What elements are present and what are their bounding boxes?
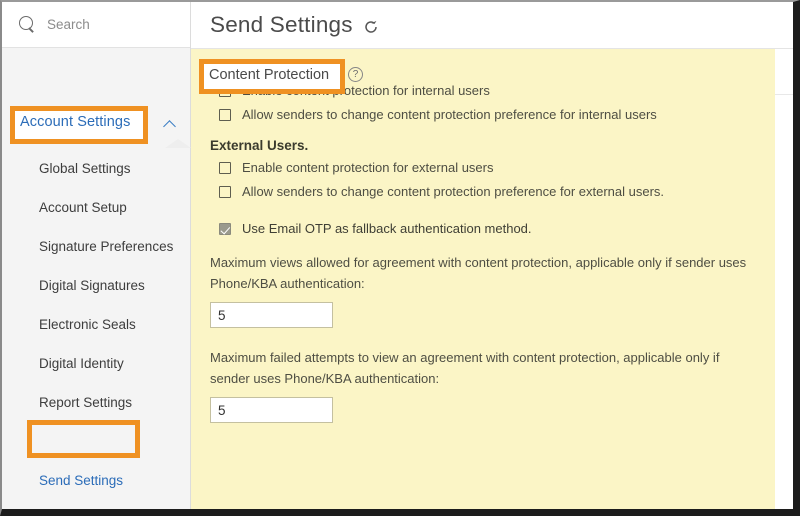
page-title: Send Settings — [210, 12, 353, 38]
checkbox-label: Use Email OTP as fallback authentication… — [242, 221, 532, 236]
sidebar-item-signature-preferences[interactable]: Signature Preferences — [2, 227, 190, 266]
checkbox-label: Enable content protection for external u… — [242, 160, 493, 175]
sidebar-item-digital-identity[interactable]: Digital Identity — [2, 344, 190, 383]
sidebar-item-label: Global Settings — [39, 161, 131, 176]
sidebar-item-message-templates[interactable]: Message Templates — [2, 500, 190, 516]
refresh-icon[interactable] — [363, 19, 379, 35]
page-header: Send Settings — [191, 2, 793, 49]
group-title-external-users: External Users. — [210, 138, 775, 153]
sidebar-nav-list: Global Settings Account Setup Signature … — [2, 94, 190, 516]
settings-window: Search Account Settings Global Settings … — [0, 0, 800, 516]
search-input[interactable]: Search — [47, 17, 90, 32]
field-label: Maximum views allowed for agreement with… — [210, 252, 757, 294]
search-icon — [19, 16, 36, 33]
sidebar-item-account-settings[interactable]: Account Settings — [20, 114, 130, 130]
sidebar-item-label: Report Settings — [39, 395, 132, 410]
checkbox-row-allow-senders-internal[interactable]: Allow senders to change content protecti… — [210, 107, 775, 122]
sidebar-item-electronic-seals[interactable]: Electronic Seals — [2, 305, 190, 344]
checkbox-allow-senders-external[interactable] — [219, 186, 231, 198]
checkbox-row-allow-senders-external[interactable]: Allow senders to change content protecti… — [210, 184, 775, 199]
sidebar-item-label: Account Setup — [39, 200, 127, 215]
send-settings-highlight-box — [27, 420, 140, 458]
checkbox-label: Allow senders to change content protecti… — [242, 107, 657, 122]
checkbox-row-email-otp[interactable]: Use Email OTP as fallback authentication… — [210, 221, 775, 236]
sidebar: Search Account Settings Global Settings … — [2, 2, 191, 509]
sidebar-item-label: Digital Signatures — [39, 278, 145, 293]
checkbox-allow-senders-internal[interactable] — [219, 109, 231, 121]
chevron-up-icon[interactable] — [164, 118, 176, 130]
search-box[interactable]: Search — [2, 2, 190, 48]
checkbox-row-enable-external[interactable]: Enable content protection for external u… — [210, 160, 775, 175]
help-icon[interactable]: ? — [348, 67, 363, 82]
sidebar-item-send-settings[interactable]: Send Settings — [2, 461, 190, 500]
sidebar-item-label: Signature Preferences — [39, 239, 173, 254]
content-protection-panel: Internal Users. Enable content protectio… — [191, 49, 775, 509]
sidebar-item-label: Send Settings — [39, 473, 123, 488]
field-label: Maximum failed attempts to view an agree… — [210, 347, 757, 389]
account-settings-section: Account Settings — [2, 48, 190, 94]
sidebar-item-report-settings[interactable]: Report Settings — [2, 383, 190, 422]
checkbox-use-email-otp[interactable] — [219, 223, 231, 235]
field-max-views: Maximum views allowed for agreement with… — [210, 252, 775, 328]
sidebar-item-global-settings[interactable]: Global Settings — [2, 149, 190, 188]
sidebar-item-digital-signatures[interactable]: Digital Signatures — [2, 266, 190, 305]
sidebar-item-label: Message Templates — [39, 512, 159, 516]
field-max-failed-attempts: Maximum failed attempts to view an agree… — [210, 347, 775, 423]
sidebar-item-label: Digital Identity — [39, 356, 124, 371]
sidebar-pointer-triangle — [165, 139, 191, 148]
checkbox-enable-content-protection-external[interactable] — [219, 162, 231, 174]
max-failed-attempts-input[interactable]: 5 — [210, 397, 333, 423]
main-content: Send Settings Content Protection ? Inter… — [191, 2, 793, 509]
checkbox-label: Allow senders to change content protecti… — [242, 184, 664, 199]
max-views-input[interactable]: 5 — [210, 302, 333, 328]
tab-content-protection[interactable]: Content Protection — [209, 67, 329, 83]
sidebar-item-account-setup[interactable]: Account Setup — [2, 188, 190, 227]
sidebar-item-label: Electronic Seals — [39, 317, 136, 332]
